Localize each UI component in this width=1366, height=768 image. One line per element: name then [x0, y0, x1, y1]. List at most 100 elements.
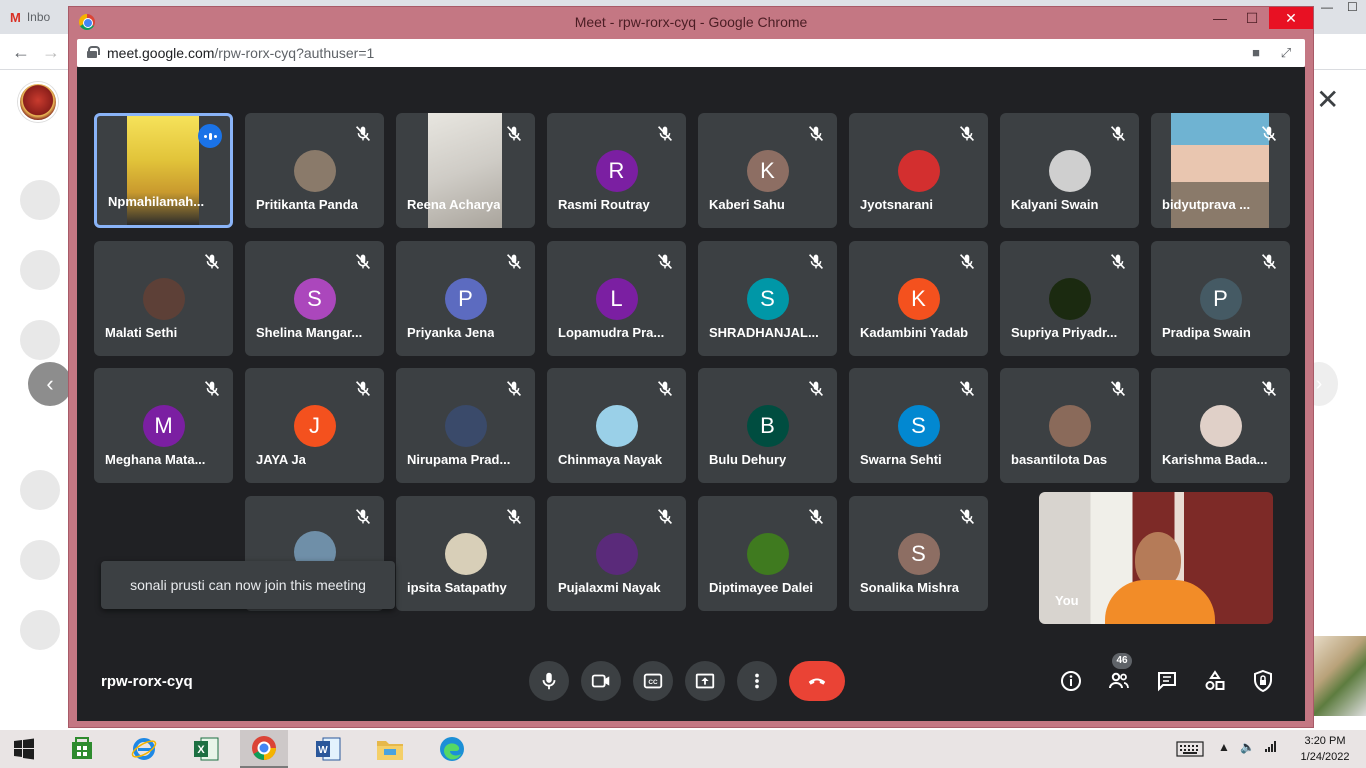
participant-name: Supriya Priyadr... — [1011, 325, 1118, 340]
taskbar-file-explorer[interactable] — [366, 730, 414, 768]
start-button[interactable] — [0, 730, 48, 768]
captions-icon: CC — [643, 673, 663, 689]
participant-tile[interactable]: R Rasmi Routray — [547, 113, 686, 228]
participant-name: Nirupama Prad... — [407, 452, 511, 467]
forward-icon[interactable]: → — [40, 41, 62, 63]
participant-avatar: S — [897, 533, 940, 575]
participant-name: Chinmaya Nayak — [558, 452, 663, 467]
muted-mic-icon — [1258, 251, 1280, 273]
participant-tile[interactable]: Nirupama Prad... — [396, 368, 535, 483]
participant-name: Malati Sethi — [105, 325, 178, 340]
participant-tile[interactable]: B Bulu Dehury — [698, 368, 837, 483]
maximize-icon[interactable]: ☐ — [1347, 0, 1358, 18]
muted-mic-icon — [805, 251, 827, 273]
taskbar-excel[interactable]: X — [182, 730, 230, 768]
network-icon[interactable] — [1264, 740, 1278, 755]
muted-mic-icon — [201, 378, 223, 400]
participant-photo — [142, 278, 185, 320]
participant-tile[interactable]: bidyutprava ... — [1151, 113, 1290, 228]
participant-tile[interactable]: Chinmaya Nayak — [547, 368, 686, 483]
taskbar-store[interactable] — [58, 730, 106, 768]
participant-tile[interactable]: S Swarna Sehti — [849, 368, 988, 483]
participant-tile[interactable]: K Kadambini Yadab — [849, 241, 988, 356]
participant-avatar: R — [595, 150, 638, 192]
keyboard-icon[interactable] — [1176, 741, 1204, 760]
participant-avatar: P — [444, 278, 487, 320]
close-window-button[interactable]: ✕ — [1269, 7, 1313, 29]
mic-button[interactable] — [529, 661, 569, 701]
clock-time: 3:20 PM — [1304, 735, 1346, 747]
captions-button[interactable]: CC — [633, 661, 673, 701]
camera-button[interactable] — [581, 661, 621, 701]
participant-tile[interactable]: J JAYA Ja — [245, 368, 384, 483]
participant-tile[interactable]: Npmahilamah... — [94, 113, 233, 228]
participant-tile[interactable]: Pujalaxmi Nayak — [547, 496, 686, 611]
participant-avatar: P — [1199, 278, 1242, 320]
participant-tile[interactable]: S Sonalika Mishra — [849, 496, 988, 611]
lock-icon[interactable] — [87, 46, 100, 58]
leave-call-button[interactable] — [789, 661, 845, 701]
participant-tile[interactable]: Pritikanta Panda — [245, 113, 384, 228]
system-clock[interactable]: 3:20 PM 1/24/2022 — [1290, 733, 1360, 765]
minimize-button[interactable]: — — [1203, 7, 1237, 29]
participant-tile[interactable]: Karishma Bada... — [1151, 368, 1290, 483]
back-icon[interactable]: ← — [10, 41, 32, 63]
participant-photo — [1048, 278, 1091, 320]
participant-tile[interactable]: P Pradipa Swain — [1151, 241, 1290, 356]
participant-tile[interactable]: Malati Sethi — [94, 241, 233, 356]
participant-avatar: J — [293, 405, 336, 447]
background-tab-gmail[interactable]: M Inbo — [10, 6, 50, 28]
self-view-tile[interactable]: You — [1039, 492, 1273, 624]
maximize-button[interactable]: ☐ — [1235, 7, 1269, 29]
host-controls-icon — [1254, 669, 1272, 693]
participant-tile[interactable]: Kalyani Swain — [1000, 113, 1139, 228]
background-placeholder — [20, 470, 60, 510]
host-controls-button[interactable] — [1249, 667, 1277, 695]
url-text[interactable]: meet.google.com/rpw-rorx-cyq?authuser=1 — [107, 45, 374, 61]
participant-tile[interactable]: S Shelina Mangar... — [245, 241, 384, 356]
taskbar-word[interactable]: W — [304, 730, 352, 768]
participant-avatar: S — [746, 278, 789, 320]
participant-name: Kaberi Sahu — [709, 197, 785, 212]
word-icon: W — [316, 737, 341, 761]
participant-tile[interactable]: basantilota Das — [1000, 368, 1139, 483]
background-placeholder — [20, 180, 60, 220]
participant-tile[interactable]: M Meghana Mata... — [94, 368, 233, 483]
folder-icon — [377, 741, 403, 760]
address-bar[interactable]: meet.google.com/rpw-rorx-cyq?authuser=1 … — [77, 39, 1305, 67]
present-button[interactable] — [685, 661, 725, 701]
muted-mic-icon — [956, 251, 978, 273]
background-avatar[interactable] — [18, 82, 58, 122]
people-button[interactable] — [1105, 667, 1133, 695]
participant-tile[interactable]: Supriya Priyadr... — [1000, 241, 1139, 356]
participant-tile[interactable]: Diptimayee Dalei — [698, 496, 837, 611]
open-in-window-icon[interactable]: ⤢ — [1277, 44, 1295, 62]
muted-mic-icon — [352, 378, 374, 400]
taskbar-chrome[interactable] — [240, 730, 288, 768]
activities-button[interactable] — [1201, 667, 1229, 695]
more-options-button[interactable] — [737, 661, 777, 701]
participant-tile[interactable]: P Priyanka Jena — [396, 241, 535, 356]
taskbar-edge[interactable] — [428, 730, 476, 768]
participant-tile[interactable]: Jyotsnarani — [849, 113, 988, 228]
participant-tile[interactable]: L Lopamudra Pra... — [547, 241, 686, 356]
windows-icon — [14, 738, 34, 760]
meeting-details-button[interactable] — [1057, 667, 1085, 695]
muted-mic-icon — [654, 378, 676, 400]
minimize-icon[interactable]: — — [1321, 0, 1333, 18]
participant-tile[interactable]: ipsita Satapathy — [396, 496, 535, 611]
participant-tile[interactable]: Reena Acharya — [396, 113, 535, 228]
hang-up-icon — [808, 678, 826, 685]
taskbar-internet-explorer[interactable] — [120, 730, 168, 768]
camera-in-use-icon[interactable]: ■ — [1247, 44, 1265, 62]
participant-tile[interactable]: K Kaberi Sahu — [698, 113, 837, 228]
muted-mic-icon — [201, 251, 223, 273]
participant-tile[interactable]: S SHRADHANJAL... — [698, 241, 837, 356]
show-hidden-icons-icon[interactable]: ▲ — [1218, 740, 1230, 754]
muted-mic-icon — [1258, 378, 1280, 400]
close-icon[interactable]: ✕ — [1316, 86, 1339, 114]
participant-name: Kadambini Yadab — [860, 325, 969, 340]
volume-icon[interactable]: 🔈 — [1240, 740, 1255, 754]
chat-button[interactable] — [1153, 667, 1181, 695]
chevron-left-icon[interactable]: ‹ — [28, 362, 72, 406]
